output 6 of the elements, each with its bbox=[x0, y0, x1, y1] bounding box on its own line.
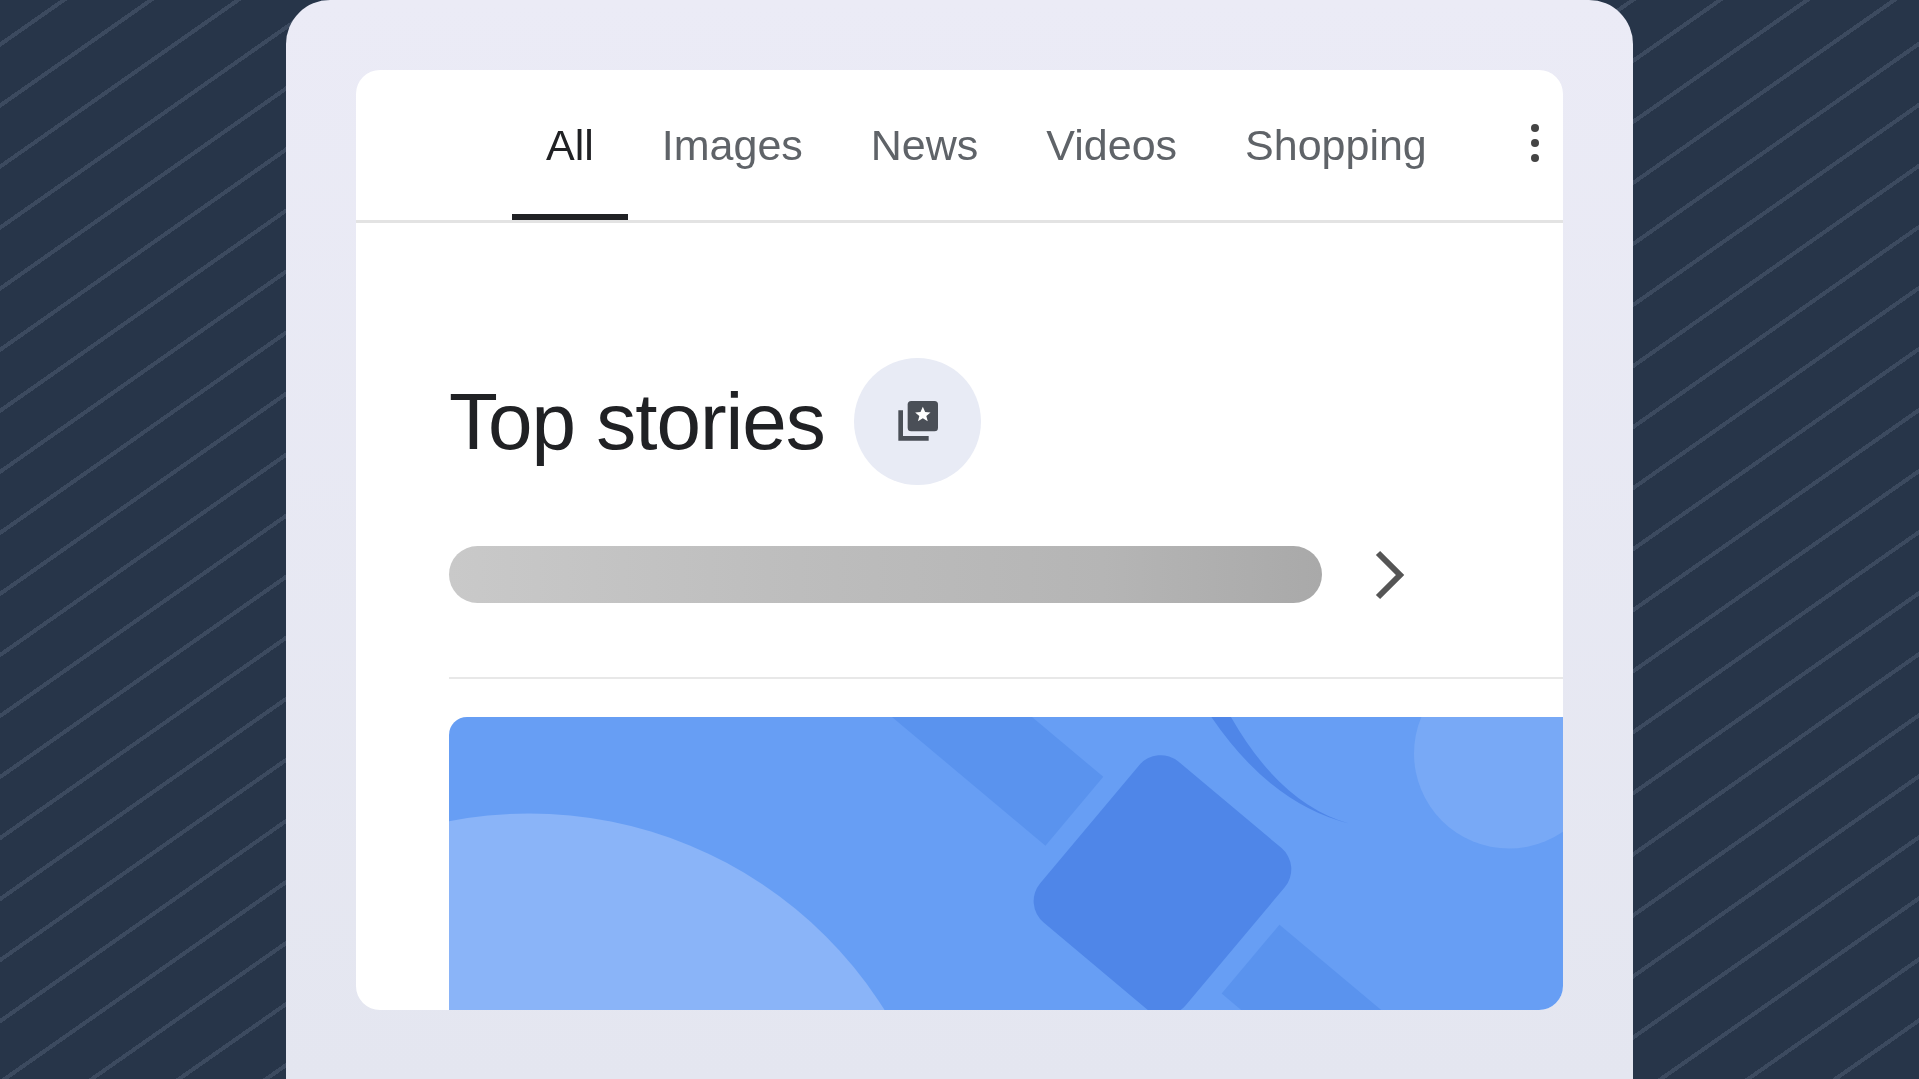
search-tab[interactable]: All bbox=[512, 70, 628, 220]
section-title: Top stories bbox=[449, 375, 825, 468]
search-tab[interactable]: News bbox=[836, 70, 1013, 220]
search-tab[interactable]: Videos bbox=[1012, 70, 1212, 220]
search-tab[interactable]: Images bbox=[627, 70, 837, 220]
search-tab[interactable]: Shopping bbox=[1211, 70, 1461, 220]
